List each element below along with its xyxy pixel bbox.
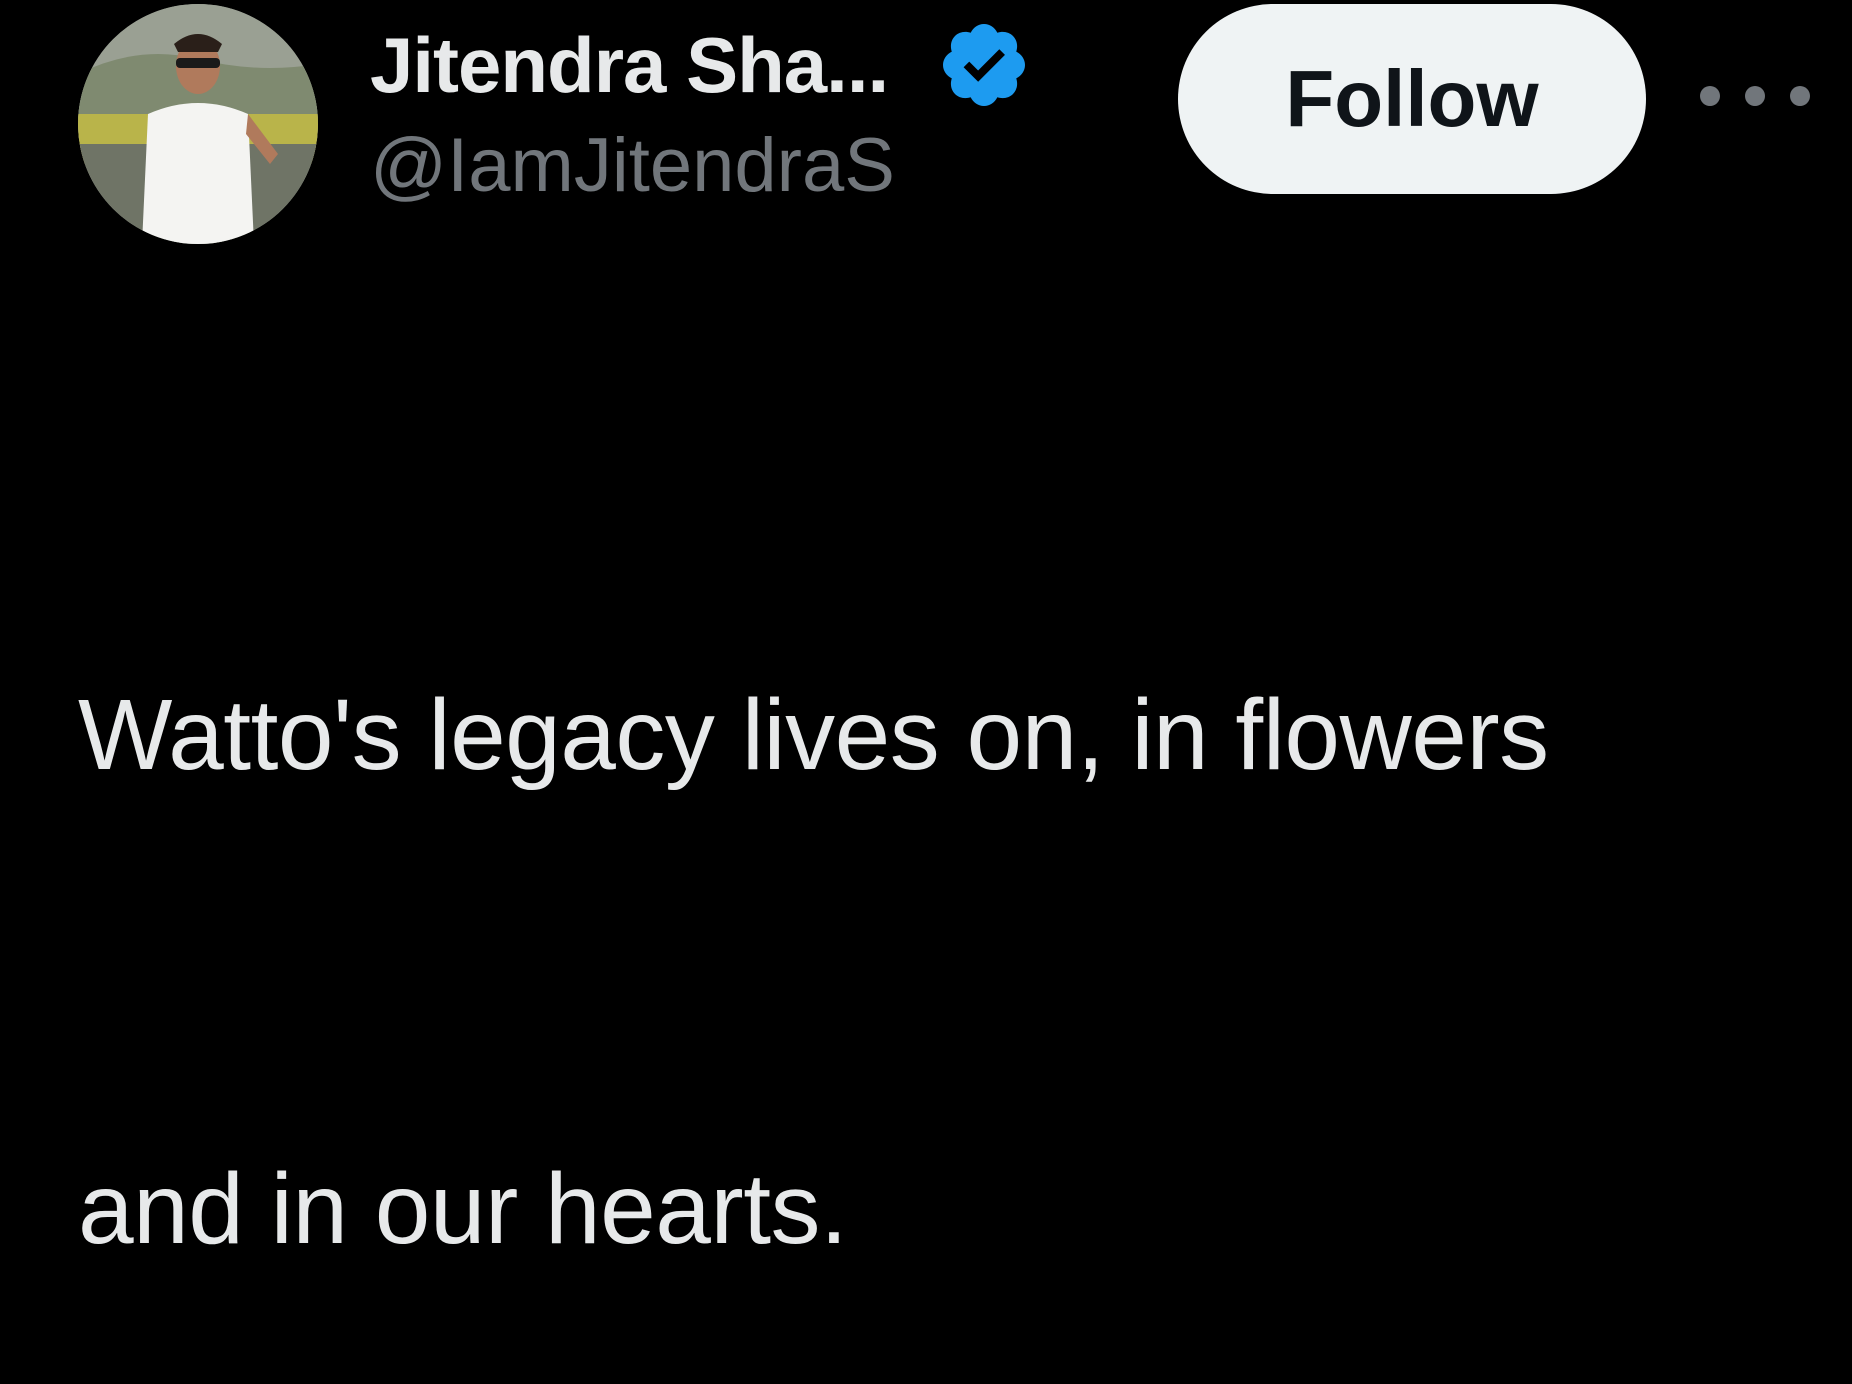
tweet-text-line: and in our hearts.: [78, 1153, 848, 1265]
tweet-text: Watto's legacy lives on, in flowers and …: [78, 340, 1778, 1384]
verified-badge-icon[interactable]: [936, 17, 1032, 113]
dot: [1790, 86, 1810, 106]
avatar-image: [78, 4, 318, 244]
more-options-icon[interactable]: [1700, 60, 1810, 132]
tweet-header: Jitendra Sha... @IamJitendraS Follow: [0, 0, 1852, 260]
display-name[interactable]: Jitendra Sha...: [370, 20, 889, 111]
dot: [1745, 86, 1765, 106]
user-handle[interactable]: @IamJitendraS: [370, 122, 1150, 209]
dot: [1700, 86, 1720, 106]
avatar[interactable]: [78, 4, 318, 244]
author-info: Jitendra Sha... @IamJitendraS: [370, 10, 1150, 209]
tweet-text-line: Watto's legacy lives on, in flowers: [78, 679, 1549, 791]
display-name-row: Jitendra Sha...: [370, 10, 1150, 120]
follow-button[interactable]: Follow: [1178, 4, 1646, 194]
